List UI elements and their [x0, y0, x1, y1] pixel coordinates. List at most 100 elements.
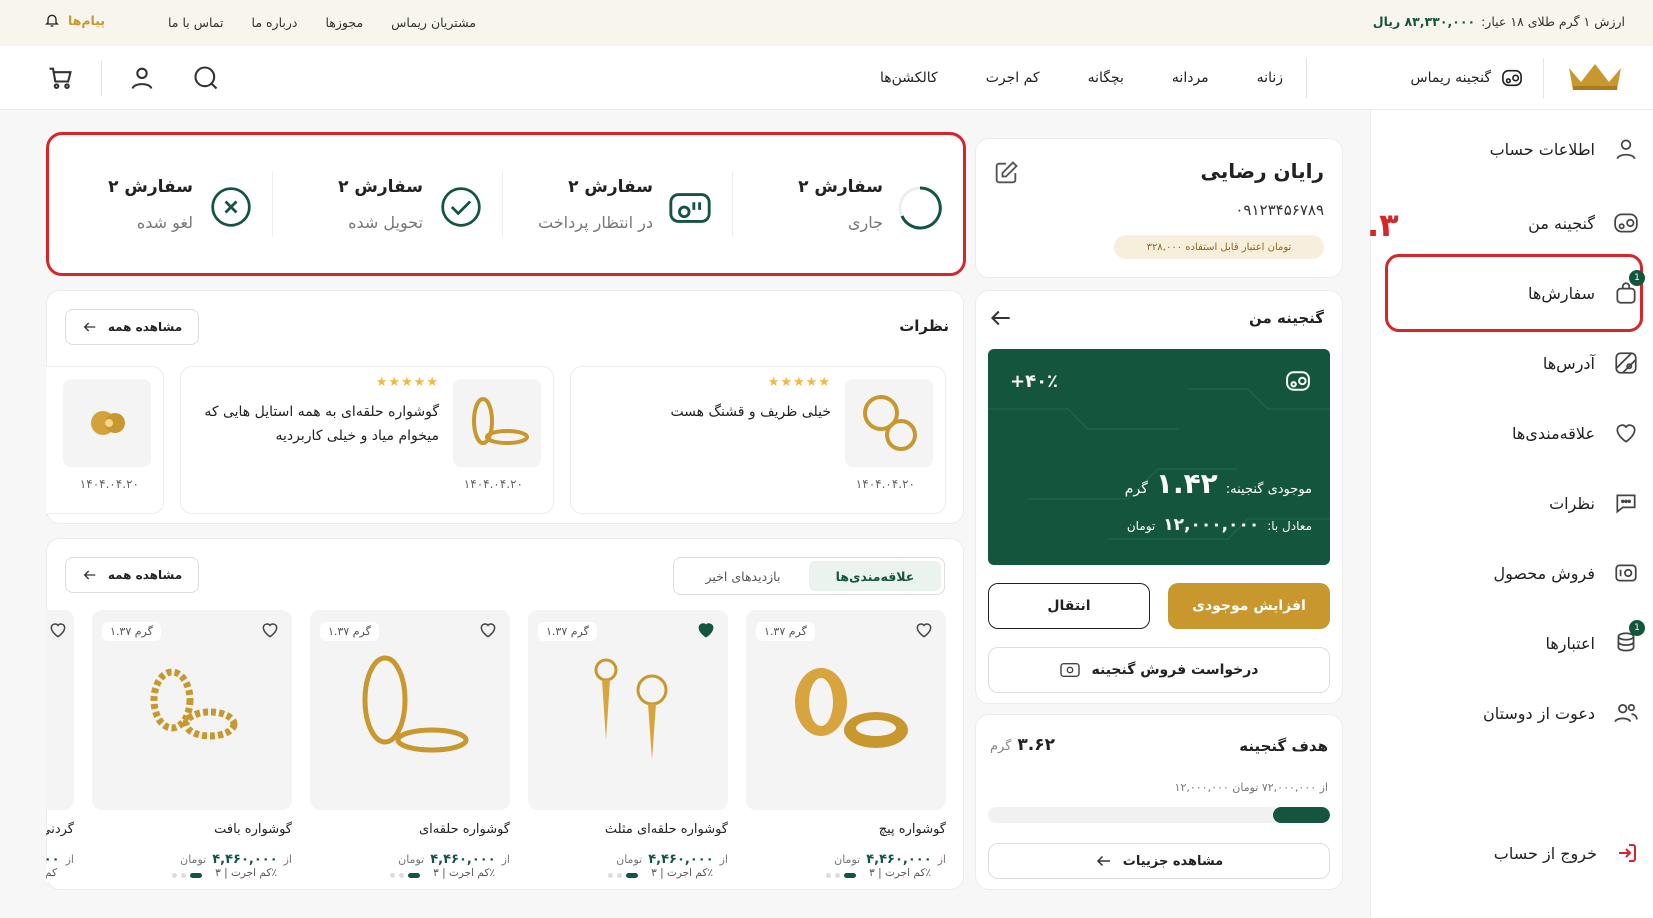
products-view-all-button[interactable]: مشاهده همه	[65, 557, 199, 593]
heart-icon[interactable]	[48, 620, 68, 640]
product-name: گوشواره حلقه‌ای مثلث	[604, 822, 728, 837]
sidebar-item-label: علاقه‌مندی‌ها	[1512, 423, 1595, 443]
product-name: گوشواره حلقه‌ای	[418, 822, 510, 837]
tab-recent-views[interactable]: بازدیدهای اخیر	[677, 561, 809, 591]
balance-label: موجودی گنجینه:	[1225, 482, 1312, 497]
carousel-dots	[390, 873, 420, 878]
sidebar-item-invite[interactable]: دعوت از دوستان	[1395, 688, 1639, 738]
about-link[interactable]: درباره ما	[252, 15, 298, 30]
nav-treasure-label: گنجینه ریماس	[1410, 70, 1491, 86]
goal-progress-text: ۱۲,۰۰۰,۰۰۰ از ۷۲,۰۰۰,۰۰۰ تومان	[1174, 781, 1328, 794]
review-date: ۱۴۰۴.۰۴.۲۰	[855, 477, 915, 491]
sidebar-item-credits[interactable]: اعتبارها 1	[1395, 618, 1645, 668]
sidebar-item-sell[interactable]: فروش محصول	[1395, 548, 1639, 598]
price-unit: تومان	[180, 853, 207, 866]
nav-collections[interactable]: کالکشن‌ها	[880, 70, 938, 86]
product-weight: ۱.۳۷ گرم	[102, 622, 161, 641]
customers-link[interactable]: مشتریان ریماس	[391, 15, 476, 30]
messages-link[interactable]: پیام‌ها	[44, 12, 105, 28]
sidebar-item-orders[interactable]: سفارش‌ها 1	[1395, 268, 1645, 318]
treasure-balance-panel: +۴۰٪ موجودی گنجینه: ۱.۴۲ گرم معادل با: ۱…	[988, 349, 1330, 565]
order-status-cancelled[interactable]: ۲ سفارش لغو شده	[53, 177, 253, 237]
order-status-delivered[interactable]: ۲ سفارش تحویل شده	[273, 177, 483, 237]
product-weight: ۱.۳۷ گرم	[756, 622, 815, 641]
price-unit: تومان	[834, 853, 861, 866]
nav-kids[interactable]: بچگانه	[1088, 70, 1124, 86]
price-prefix: از	[719, 853, 728, 866]
sidebar-item-favorites[interactable]: علاقه‌مندی‌ها	[1395, 408, 1639, 458]
heart-icon[interactable]	[478, 620, 498, 640]
review-stars: ★★★★★	[767, 375, 831, 390]
sidebar-item-treasure[interactable]: گنجینه من	[1395, 198, 1639, 248]
price-value: ۴,۴۶۰,۰۰۰	[212, 852, 278, 867]
price-value: ۰۰	[46, 852, 60, 867]
account-sidebar: اطلاعات حساب گنجینه من .۳ سفارش‌ها 1 آدر…	[1367, 110, 1653, 918]
nav-low-wage[interactable]: کم اجرت	[986, 70, 1040, 86]
order-status-pending-payment[interactable]: ۲ سفارش در انتظار پرداخت	[503, 177, 713, 237]
product-card[interactable]: ۱.۳۷ گرم کم اجرت | ۳٪ گوشواره حلقه‌ای از…	[310, 610, 510, 890]
arrow-left-icon[interactable]	[988, 305, 1014, 331]
x-circle-icon	[211, 187, 251, 227]
tab-favorites[interactable]: علاقه‌مندی‌ها	[809, 561, 941, 591]
user-account-icon[interactable]	[128, 64, 156, 92]
sell-icon	[1060, 662, 1081, 678]
sidebar-item-reviews[interactable]: نظرات	[1395, 478, 1639, 528]
order-status-card: ۲ سفارش جاری ۲ سفارش در انتظار پرداخت ۲ …	[46, 132, 966, 276]
review-text: خیلی ظریف و قشنگ هست	[670, 404, 831, 420]
gold-price-value: ۸۳,۳۳۰,۰۰۰ ریال	[1372, 14, 1476, 29]
product-price: از ۴,۴۶۰,۰۰۰ تومان	[616, 852, 728, 867]
nav-men[interactable]: مردانه	[1172, 70, 1209, 86]
goal-details-button[interactable]: مشاهده جزییات	[988, 843, 1330, 879]
sidebar-item-account[interactable]: اطلاعات حساب	[1395, 124, 1639, 174]
gold-price: ارزش ۱ گرم طلای ۱۸ عیار: ۸۳,۳۳۰,۰۰۰ ریال	[1373, 14, 1625, 29]
reviews-title: نظرات	[899, 317, 949, 335]
edit-icon[interactable]	[992, 159, 1020, 187]
heart-icon[interactable]	[914, 620, 934, 640]
credits-badge: 1	[1629, 620, 1645, 636]
users-icon	[1614, 704, 1638, 723]
equiv-unit: تومان	[1126, 519, 1156, 533]
logo-crown-icon[interactable]	[1567, 62, 1623, 92]
spiral-earrings-icon	[91, 411, 125, 435]
product-card[interactable]: ۱.۳۷ گرم کم اجرت | ۳٪ گوشواره پیچ از ۴,۴۶…	[746, 610, 946, 890]
sell-request-label: درخواست فروش گنجینه	[1091, 662, 1259, 678]
nav-links: زنانه مردانه بچگانه کم اجرت کالکشن‌ها	[880, 70, 1283, 86]
credit-badge: ۳۲۸,۰۰۰ تومان اعتبار قابل استفاده	[1114, 235, 1324, 259]
treasure-card: گنجینه من +۴۰٪ موجودی گنجینه: ۱.۴۲ گرم م…	[975, 290, 1343, 704]
triangle-hoop-earrings-icon	[594, 658, 668, 760]
sidebar-item-label: اعتبارها	[1545, 633, 1595, 653]
order-status-current[interactable]: ۲ سفارش جاری	[733, 177, 943, 237]
price-prefix: از	[501, 853, 510, 866]
hoop-earrings-icon	[863, 395, 917, 451]
hoop-earrings-icon	[472, 397, 529, 445]
step-marker: .۳	[1367, 206, 1399, 244]
search-icon[interactable]	[192, 64, 220, 92]
product-card-partial[interactable]: کم گردنی از۰۰	[46, 610, 74, 890]
sidebar-item-label: فروش محصول	[1493, 563, 1595, 583]
nav-women[interactable]: زنانه	[1257, 70, 1283, 86]
product-card[interactable]: ۱.۳۷ گرم کم اجرت | ۳٪ گوشواره بافت از ۴,۴…	[92, 610, 292, 890]
product-card[interactable]: ۱.۳۷ گرم کم اجرت | ۳٪ گوشواره حلقه‌ای مث…	[528, 610, 728, 890]
licenses-link[interactable]: مجوزها	[325, 15, 363, 30]
cart-icon[interactable]	[46, 64, 74, 92]
price-unit: تومان	[616, 853, 643, 866]
contact-link[interactable]: تماس با ما	[168, 15, 224, 30]
sidebar-item-addresses[interactable]: آدرس‌ها	[1395, 338, 1639, 388]
goal-progress-bar	[988, 807, 1330, 823]
hoop-earrings-icon	[362, 655, 469, 753]
heart-icon[interactable]	[260, 620, 280, 640]
increase-balance-button[interactable]: افزایش موجودی	[1168, 583, 1330, 629]
sell-treasure-request-button[interactable]: درخواست فروش گنجینه	[988, 647, 1330, 693]
heart-filled-icon[interactable]	[696, 620, 716, 640]
treasure-balance: موجودی گنجینه: ۱.۴۲ گرم	[1125, 467, 1312, 500]
nav-treasure[interactable]: گنجینه ریماس	[1411, 68, 1523, 88]
price-value: ۴,۴۶۰,۰۰۰	[430, 852, 496, 867]
payment-icon	[669, 193, 711, 223]
carousel-dots	[826, 873, 856, 878]
reviews-view-all-button[interactable]: مشاهده همه	[65, 309, 199, 345]
transfer-button[interactable]: انتقال	[988, 583, 1150, 629]
logout-button[interactable]: خروج از حساب	[1395, 828, 1639, 878]
product-name: گوشواره بافت	[214, 822, 292, 837]
goal-grams-value: ۳.۶۲	[1017, 735, 1056, 755]
product-image	[46, 610, 74, 810]
